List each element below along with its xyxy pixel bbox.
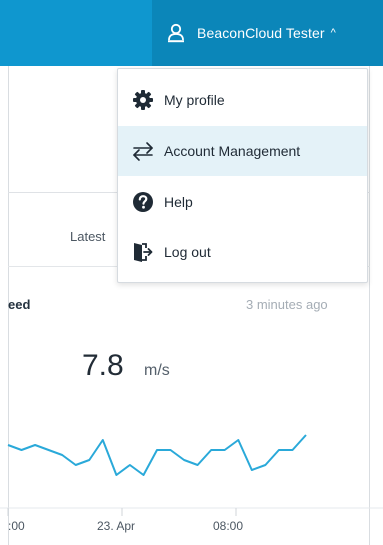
menu-item-help[interactable]: Help [118, 177, 367, 227]
latest-tab-label[interactable]: Latest [70, 229, 105, 244]
logout-door-icon [132, 241, 154, 263]
sensor-card-title: eed [8, 297, 31, 312]
menu-item-label: Log out [164, 244, 211, 260]
chevron-up-icon: ^ [330, 27, 336, 39]
chart-series-line [7, 434, 307, 476]
x-tick-label: 23. Apr [97, 519, 135, 533]
menu-item-my-profile[interactable]: My profile [118, 75, 367, 125]
user-name: BeaconCloud Tester [197, 25, 325, 41]
sensor-reading-unit: m/s [144, 362, 170, 379]
swap-arrows-icon [132, 140, 154, 162]
app-screen: BeaconCloud Tester ^ Latest eed 3 minute… [0, 0, 383, 545]
x-tick-label: :00 [8, 519, 25, 533]
user-menu-button[interactable]: BeaconCloud Tester ^ [152, 0, 383, 66]
menu-item-label: Help [164, 194, 193, 210]
gear-icon [132, 89, 154, 111]
user-dropdown-menu: My profile Account Management Help Log o… [117, 68, 368, 283]
sensor-card-timestamp: 3 minutes ago [246, 297, 328, 312]
menu-item-label: My profile [164, 92, 225, 108]
menu-item-label: Account Management [164, 143, 301, 159]
menu-item-log-out[interactable]: Log out [118, 227, 367, 277]
x-tick-label: 08:00 [213, 519, 243, 533]
user-icon [167, 23, 185, 43]
question-circle-icon [132, 191, 154, 213]
sensor-reading-value: 7.8 [82, 349, 124, 382]
wind-speed-chart: :00 23. Apr 08:00 [0, 434, 383, 533]
menu-item-account-management[interactable]: Account Management [118, 126, 367, 176]
